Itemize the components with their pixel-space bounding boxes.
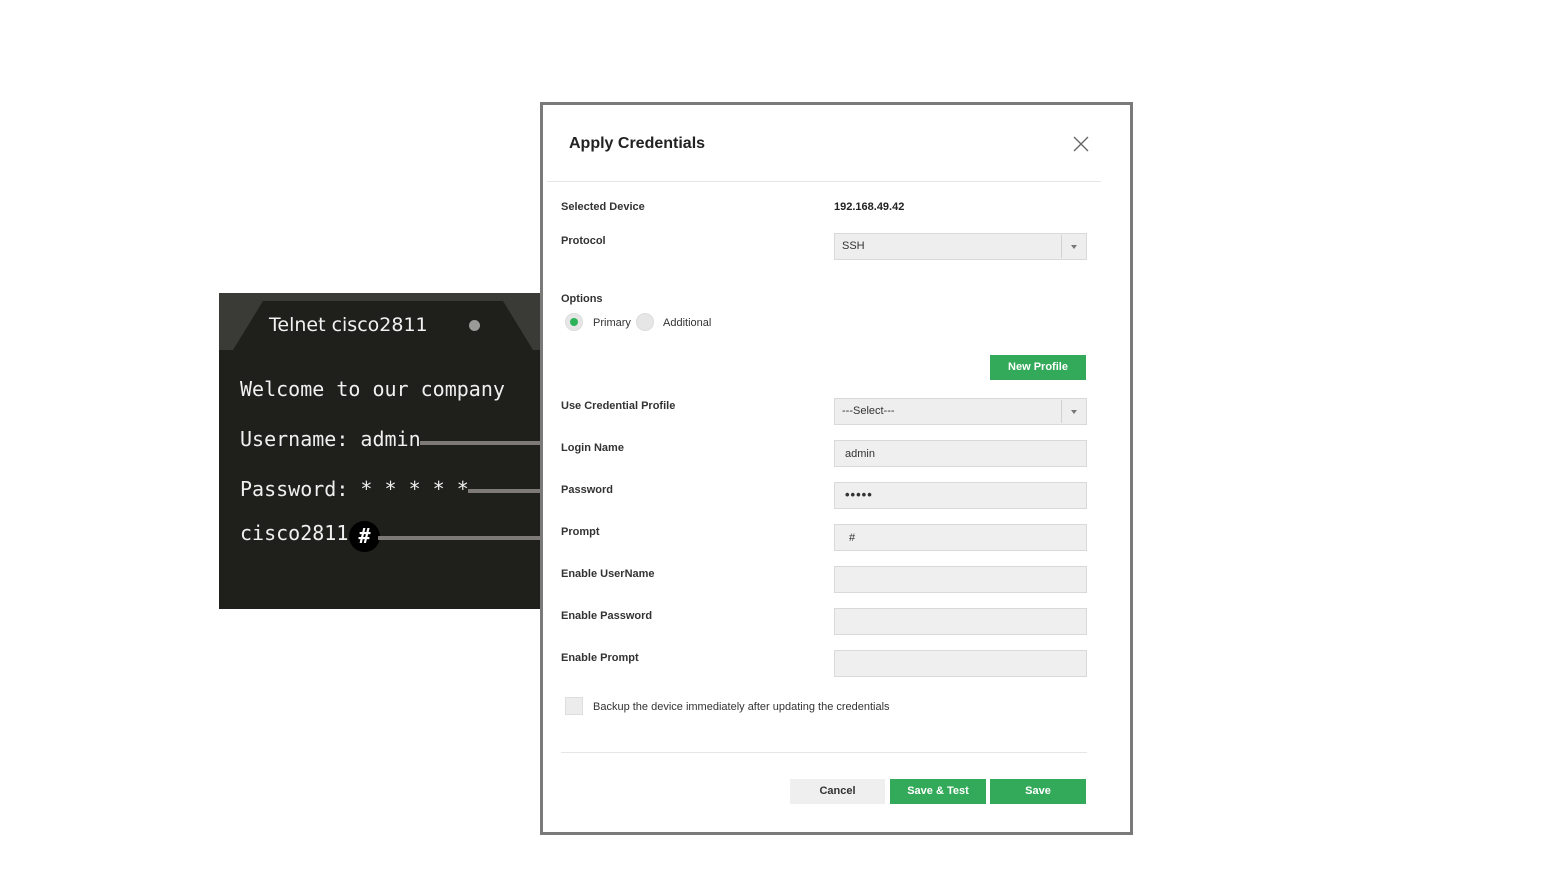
- select-divider: [1061, 400, 1062, 423]
- prompt-label: Prompt: [561, 526, 600, 538]
- terminal-window: Telnet cisco2811 Welcome to our company …: [219, 293, 549, 609]
- enable-password-field[interactable]: [834, 608, 1087, 635]
- enable-username-label: Enable UserName: [561, 568, 655, 580]
- enable-prompt-field[interactable]: [834, 650, 1087, 677]
- selected-device-value: 192.168.49.42: [834, 201, 905, 213]
- save-test-button[interactable]: Save & Test: [890, 779, 986, 804]
- apply-credentials-dialog: Apply Credentials Selected Device 192.16…: [540, 102, 1133, 835]
- backup-checkbox-label: Backup the device immediately after upda…: [593, 701, 890, 713]
- terminal-username-line: Username: admin: [240, 427, 421, 451]
- chevron-down-icon: [1071, 410, 1077, 414]
- header-divider: [547, 181, 1101, 182]
- terminal-password-line: Password: * * * * *: [240, 477, 469, 501]
- chevron-down-icon: [1071, 245, 1077, 249]
- enable-password-label: Enable Password: [561, 610, 653, 622]
- credential-profile-select[interactable]: ---Select---: [834, 398, 1087, 425]
- arrow-prompt-to-prompt: [378, 528, 556, 548]
- terminal-tab-bar: Telnet cisco2811: [219, 293, 549, 350]
- dialog-title: Apply Credentials: [569, 135, 706, 152]
- prompt-field[interactable]: #: [834, 524, 1087, 551]
- enable-username-field[interactable]: [834, 566, 1087, 593]
- enable-prompt-label: Enable Prompt: [561, 652, 639, 664]
- terminal-prompt-host: cisco2811: [240, 521, 349, 545]
- arrow-username-to-login: [420, 433, 556, 453]
- password-field[interactable]: •••••: [834, 482, 1087, 509]
- primary-radio[interactable]: [565, 313, 583, 331]
- cancel-button[interactable]: Cancel: [790, 779, 885, 804]
- protocol-select-value: SSH: [842, 240, 865, 252]
- password-label: Password: [561, 484, 613, 496]
- credential-profile-label: Use Credential Profile: [561, 400, 676, 412]
- terminal-prompt-symbol: #: [349, 521, 380, 552]
- close-icon[interactable]: [1071, 134, 1091, 154]
- additional-radio-label: Additional: [663, 317, 712, 329]
- tab-status-dot-icon: [469, 320, 480, 331]
- options-label: Options: [561, 293, 603, 305]
- backup-checkbox[interactable]: [565, 697, 583, 715]
- new-profile-button[interactable]: New Profile: [990, 355, 1086, 380]
- terminal-tab-title: Telnet cisco2811: [269, 314, 428, 336]
- additional-radio[interactable]: [636, 313, 654, 331]
- login-name-field[interactable]: admin: [834, 440, 1087, 467]
- footer-divider: [561, 752, 1087, 753]
- protocol-label: Protocol: [561, 235, 606, 247]
- credential-profile-select-value: ---Select---: [842, 405, 895, 417]
- protocol-select[interactable]: SSH: [834, 233, 1087, 260]
- arrow-password-to-password: [468, 481, 556, 501]
- primary-radio-label: Primary: [593, 317, 631, 329]
- save-button[interactable]: Save: [990, 779, 1086, 804]
- terminal-welcome-line: Welcome to our company: [240, 377, 505, 401]
- selected-device-label: Selected Device: [561, 201, 645, 213]
- login-name-label: Login Name: [561, 442, 624, 454]
- select-divider: [1061, 235, 1062, 258]
